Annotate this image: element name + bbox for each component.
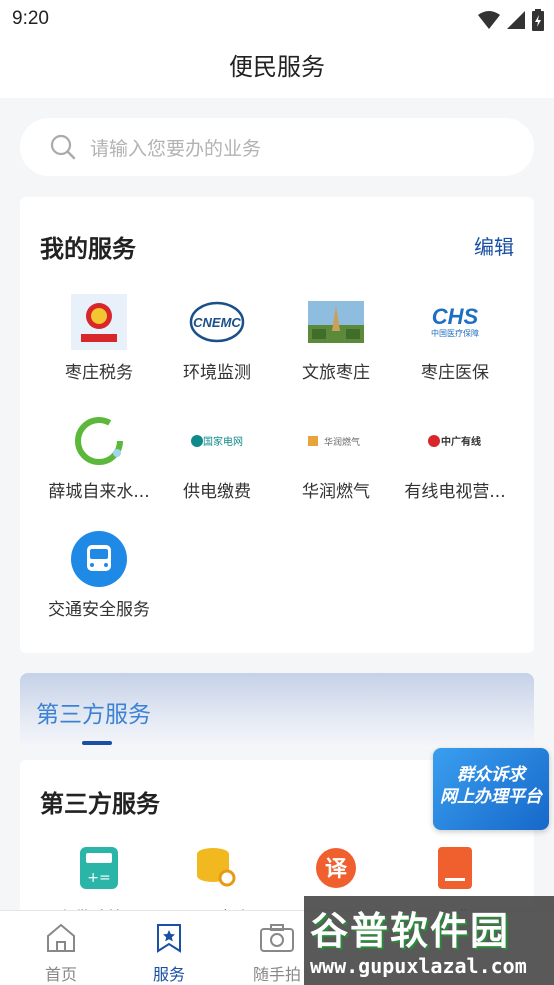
my-services-title: 我的服务 (40, 235, 136, 263)
my-services-card: 我的服务 编辑 枣庄税务 CNEMC 环境监测 文旅枣庄 CHS 中国医疗保障 枣… (20, 197, 534, 653)
status-icons (478, 9, 544, 31)
database-search-icon (187, 840, 247, 896)
cr-gas-logo-icon: 华润燃气 (306, 413, 366, 469)
tab-home[interactable]: 首页 (21, 923, 101, 985)
watermark-overlay: 谷普软件园 www.gupuxlazal.com (304, 896, 554, 985)
tab-label: 服务 (152, 965, 185, 984)
page-title: 便民服务 (229, 53, 325, 81)
service-power[interactable]: 国家电网 供电缴费 (157, 413, 277, 502)
calculator-icon: += (69, 840, 129, 896)
tax-emblem-icon (69, 294, 129, 350)
service-tourism[interactable]: 文旅枣庄 (276, 294, 396, 383)
service-label: 文旅枣庄 (302, 363, 370, 383)
service-label: 环境监测 (183, 363, 251, 383)
tab-label: 首页 (44, 965, 77, 984)
service-label: 供电缴费 (183, 482, 251, 502)
wifi-icon (478, 11, 500, 29)
service-traffic[interactable]: 交通安全服务 (39, 531, 159, 620)
camera-icon (260, 924, 294, 952)
translate-icon: 译 (306, 840, 366, 896)
water-ring-icon (69, 413, 129, 469)
search-placeholder: 请输入您要办的业务 (90, 137, 262, 160)
banner-indicator (82, 741, 112, 745)
service-label: 华润燃气 (302, 482, 370, 502)
dictionary-icon (425, 840, 485, 896)
third-party-title: 第三方服务 (40, 790, 160, 818)
float-line-2: 网上办理平台 (440, 787, 542, 807)
svg-text:CHS: CHS (432, 304, 479, 329)
search-area: 请输入您要办的业务 (0, 98, 554, 178)
chs-logo-icon: CHS 中国医疗保障 (425, 294, 485, 350)
service-label: 枣庄医保 (421, 363, 489, 383)
service-cable-tv[interactable]: 中广有线 有线电视营... (395, 413, 515, 502)
status-bar: 9:20 (0, 0, 554, 40)
env-monitor-logo-icon: CNEMC (187, 294, 247, 350)
title-bar: 便民服务 (0, 40, 554, 98)
watermark-url: www.gupuxlazal.com (310, 954, 527, 978)
edit-button[interactable]: 编辑 (474, 231, 514, 260)
signal-icon (507, 11, 525, 29)
float-line-1: 群众诉求 (457, 765, 525, 785)
third-party-banner-title: 第三方服务 (36, 702, 151, 728)
service-medical-insurance[interactable]: CHS 中国医疗保障 枣庄医保 (395, 294, 515, 383)
service-env-monitor[interactable]: CNEMC 环境监测 (157, 294, 277, 383)
svg-text:译: 译 (325, 857, 348, 882)
service-label: 枣庄税务 (65, 363, 133, 383)
battery-icon (532, 9, 544, 31)
tourism-photo-icon (306, 294, 366, 350)
svg-text:+=: += (87, 870, 110, 886)
tab-services[interactable]: 服务 (129, 923, 209, 985)
svg-text:CNEMC: CNEMC (193, 315, 241, 330)
service-water[interactable]: 薛城自来水... (39, 413, 159, 502)
home-icon (47, 923, 75, 952)
service-label: 有线电视营... (404, 482, 506, 502)
service-gas[interactable]: 华润燃气 华润燃气 (276, 413, 396, 502)
service-label: 薛城自来水... (48, 482, 150, 502)
svg-text:中广有线: 中广有线 (441, 435, 481, 448)
status-time: 9:20 (12, 8, 49, 29)
bookmark-star-icon (157, 924, 181, 953)
watermark-title: 谷普软件园 (310, 909, 511, 953)
search-icon (50, 134, 76, 160)
service-tax[interactable]: 枣庄税务 (39, 294, 159, 383)
state-grid-logo-icon: 国家电网 (187, 413, 247, 469)
china-cable-logo-icon: 中广有线 (425, 413, 485, 469)
svg-text:国家电网: 国家电网 (203, 435, 243, 448)
svg-text:华润燃气: 华润燃气 (324, 436, 360, 448)
bus-icon (69, 531, 129, 587)
search-input[interactable]: 请输入您要办的业务 (20, 118, 534, 176)
third-party-banner[interactable]: 第三方服务 (20, 673, 534, 745)
complaint-platform-button[interactable]: 群众诉求 网上办理平台 (433, 748, 549, 830)
service-label: 交通安全服务 (48, 600, 150, 620)
svg-text:中国医疗保障: 中国医疗保障 (431, 328, 479, 338)
